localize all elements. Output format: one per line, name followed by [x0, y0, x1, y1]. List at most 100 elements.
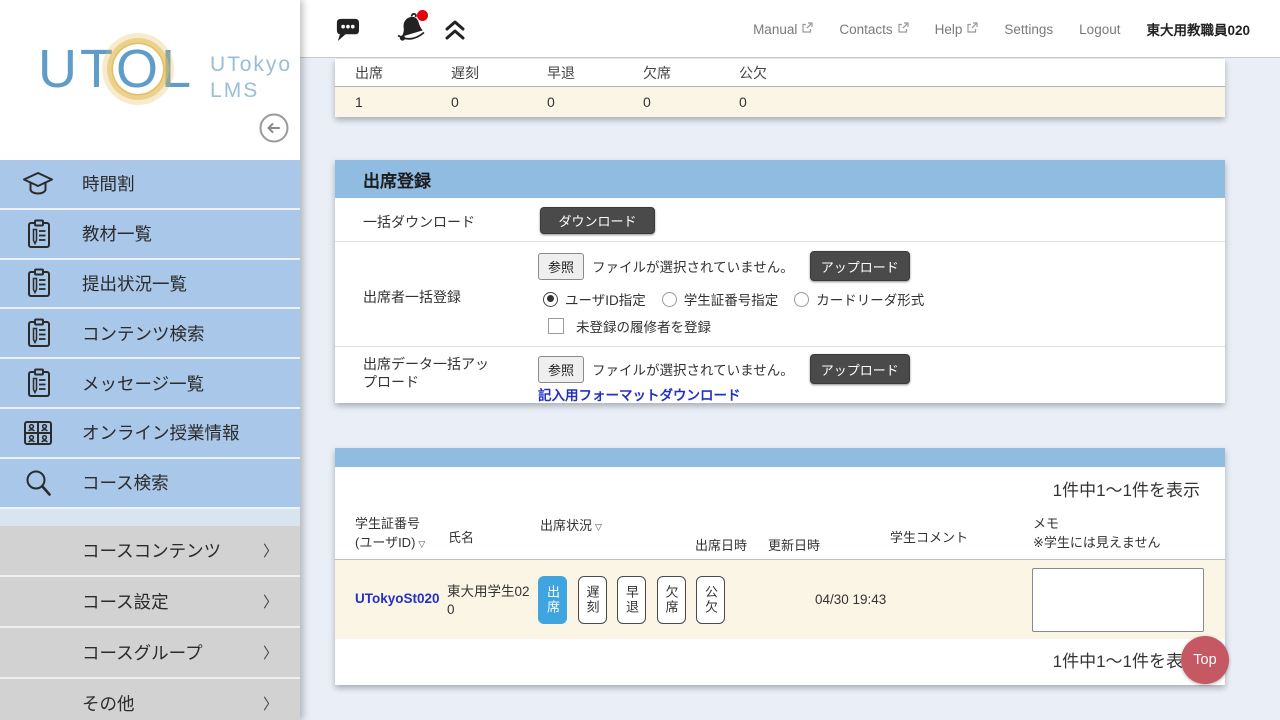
no-file-selected-text: ファイルが選択されていません。 — [592, 359, 794, 379]
no-file-selected-text: ファイルが選択されていません。 — [592, 256, 794, 276]
unregistered-checkbox[interactable] — [548, 318, 564, 334]
sort-icon[interactable]: ▽ — [595, 522, 602, 532]
attendance-list-table: 1件中1〜1件を表示 学生証番号(ユーザID)▽ 氏名 出席状況▽ 出席日時 更… — [335, 448, 1225, 685]
sort-icon[interactable]: ▽ — [418, 539, 425, 549]
sidebar: UTOL UTokyoLMS 時間割 教材一覧 提出状況一覧 — [0, 0, 300, 720]
col-attendance-time: 出席日時 — [695, 537, 747, 556]
radio-dot — [662, 292, 677, 307]
external-link-icon — [897, 22, 909, 37]
status-early-leave-button[interactable]: 早退 — [617, 576, 646, 624]
summary-value: 0 — [547, 94, 643, 110]
sidebar-item-timetable[interactable]: 時間割 — [0, 160, 300, 210]
summary-col-header: 遅刻 — [451, 63, 547, 83]
register-format-radios: ユーザID指定 学生証番号指定 カードリーダ形式 — [543, 289, 930, 309]
top-bar: Manual Contacts Help Settings Logout 東大用… — [300, 0, 1280, 58]
data-file-line: 参照 ファイルが選択されていません。 アップロード — [538, 354, 910, 384]
download-button[interactable]: ダウンロード — [540, 207, 655, 234]
radio-student-card-number[interactable]: 学生証番号指定 — [662, 289, 779, 309]
graduation-cap-icon — [22, 168, 54, 200]
chevron-right-icon: 〉 — [263, 591, 278, 612]
memo-textarea[interactable] — [1032, 568, 1204, 632]
status-late-button[interactable]: 遅刻 — [578, 576, 607, 624]
help-link[interactable]: Help — [935, 22, 979, 37]
upload-button[interactable]: アップロード — [810, 354, 910, 384]
col-student-comment: 学生コメント — [890, 529, 968, 548]
manual-link[interactable]: Manual — [753, 22, 813, 37]
summary-value-row: 1 0 0 0 0 — [335, 87, 1225, 117]
sidebar-group-course-group[interactable]: コースグループ 〉 — [0, 628, 300, 679]
summary-value: 0 — [451, 94, 547, 110]
col-update-time: 更新日時 — [768, 537, 820, 556]
student-name: 東大用学生020 — [447, 583, 533, 618]
sidebar-item-label: 教材一覧 — [82, 221, 152, 246]
sidebar-group-course-contents[interactable]: コースコンテンツ 〉 — [0, 526, 300, 577]
radio-dot — [543, 292, 558, 307]
sidebar-item-messages[interactable]: メッセージ一覧 — [0, 359, 300, 409]
sidebar-collapse-button[interactable] — [258, 112, 290, 144]
summary-col-header: 欠席 — [643, 63, 739, 83]
clipboard-icon — [22, 317, 54, 349]
sidebar-divider — [0, 509, 300, 526]
double-chevron-up-icon — [443, 29, 467, 44]
sidebar-group-course-settings[interactable]: コース設定 〉 — [0, 577, 300, 628]
summary-col-header: 早退 — [547, 63, 643, 83]
result-count-text: 1件中1〜1件を表示 — [335, 467, 1225, 508]
data-upload-label: 出席データ一括アップロード — [363, 356, 501, 391]
student-id-link[interactable]: UTokyoSt020 — [355, 591, 440, 606]
logout-link[interactable]: Logout — [1079, 22, 1120, 37]
format-download-link[interactable]: 記入用フォーマットダウンロード — [538, 384, 741, 404]
sidebar-item-materials[interactable]: 教材一覧 — [0, 210, 300, 260]
notification-dot — [417, 10, 428, 21]
student-row: UTokyoSt020 東大用学生020 出席 遅刻 早退 欠席 公欠 04/3… — [335, 560, 1225, 639]
sidebar-item-course-search[interactable]: コース検索 — [0, 459, 300, 509]
utol-logo[interactable]: UTOL UTokyoLMS — [38, 42, 292, 105]
chevron-right-icon: 〉 — [263, 540, 278, 561]
sidebar-group-label: その他 — [82, 691, 135, 716]
main-content: 出席 遅刻 早退 欠席 公欠 1 0 0 0 0 出席登録 一括ダウンロード ダ… — [300, 59, 1280, 720]
attendee-bulk-register-row: 出席者一括登録 参照 ファイルが選択されていません。 アップロード ユーザID指… — [335, 242, 1225, 347]
result-count-text-footer: 1件中1〜1件を表示 — [335, 639, 1225, 685]
col-attendance-status[interactable]: 出席状況▽ — [540, 517, 602, 536]
sidebar-item-content-search[interactable]: コンテンツ検索 — [0, 309, 300, 359]
messages-button[interactable] — [333, 17, 360, 45]
col-student-id[interactable]: 学生証番号(ユーザID)▽ — [355, 515, 425, 553]
magnifier-icon — [22, 467, 54, 499]
sidebar-item-label: 提出状況一覧 — [82, 271, 187, 296]
notifications-button[interactable] — [392, 10, 430, 51]
panel-title: 出席登録 — [335, 160, 1225, 198]
radio-user-id[interactable]: ユーザID指定 — [543, 289, 646, 309]
status-absent-button[interactable]: 欠席 — [657, 576, 686, 624]
chevron-right-icon: 〉 — [263, 693, 278, 714]
browse-button[interactable]: 参照 — [538, 253, 584, 280]
summary-col-header: 出席 — [335, 63, 451, 83]
col-memo: メモ※学生には見えません — [1033, 515, 1161, 553]
status-present-button[interactable]: 出席 — [538, 576, 567, 624]
clipboard-icon — [22, 218, 54, 250]
status-excused-button[interactable]: 公欠 — [696, 576, 725, 624]
sidebar-group-others[interactable]: その他 〉 — [0, 679, 300, 720]
chevron-right-icon: 〉 — [263, 642, 278, 663]
upload-button[interactable]: アップロード — [810, 251, 910, 281]
sidebar-item-submission-status[interactable]: 提出状況一覧 — [0, 260, 300, 310]
summary-col-header: 公欠 — [739, 63, 835, 83]
sidebar-item-online-class-info[interactable]: オンライン授業情報 — [0, 409, 300, 459]
sidebar-group-label: コース設定 — [82, 589, 169, 614]
settings-link[interactable]: Settings — [1004, 22, 1053, 37]
col-name: 氏名 — [448, 529, 474, 548]
scroll-to-top-button[interactable]: Top — [1181, 636, 1229, 684]
sidebar-nav: 時間割 教材一覧 提出状況一覧 コンテンツ検索 メッセージ一覧 — [0, 160, 300, 720]
logo-rings-decoration — [113, 44, 163, 94]
contacts-link[interactable]: Contacts — [839, 22, 908, 37]
sidebar-item-label: コンテンツ検索 — [82, 321, 205, 346]
summary-value: 0 — [643, 94, 739, 110]
sidebar-group-label: コースグループ — [82, 640, 203, 665]
table-header-bar — [335, 448, 1225, 467]
browse-button[interactable]: 参照 — [538, 356, 584, 383]
speech-bubble-icon — [333, 30, 360, 45]
collapse-header-button[interactable] — [443, 19, 467, 44]
summary-header-row: 出席 遅刻 早退 欠席 公欠 — [335, 59, 1225, 87]
unregistered-checkbox-label: 未登録の履修者を登録 — [576, 316, 711, 336]
clipboard-icon — [22, 367, 54, 399]
radio-card-reader-format[interactable]: カードリーダ形式 — [794, 289, 924, 309]
attendance-summary-table: 出席 遅刻 早退 欠席 公欠 1 0 0 0 0 — [335, 59, 1225, 117]
